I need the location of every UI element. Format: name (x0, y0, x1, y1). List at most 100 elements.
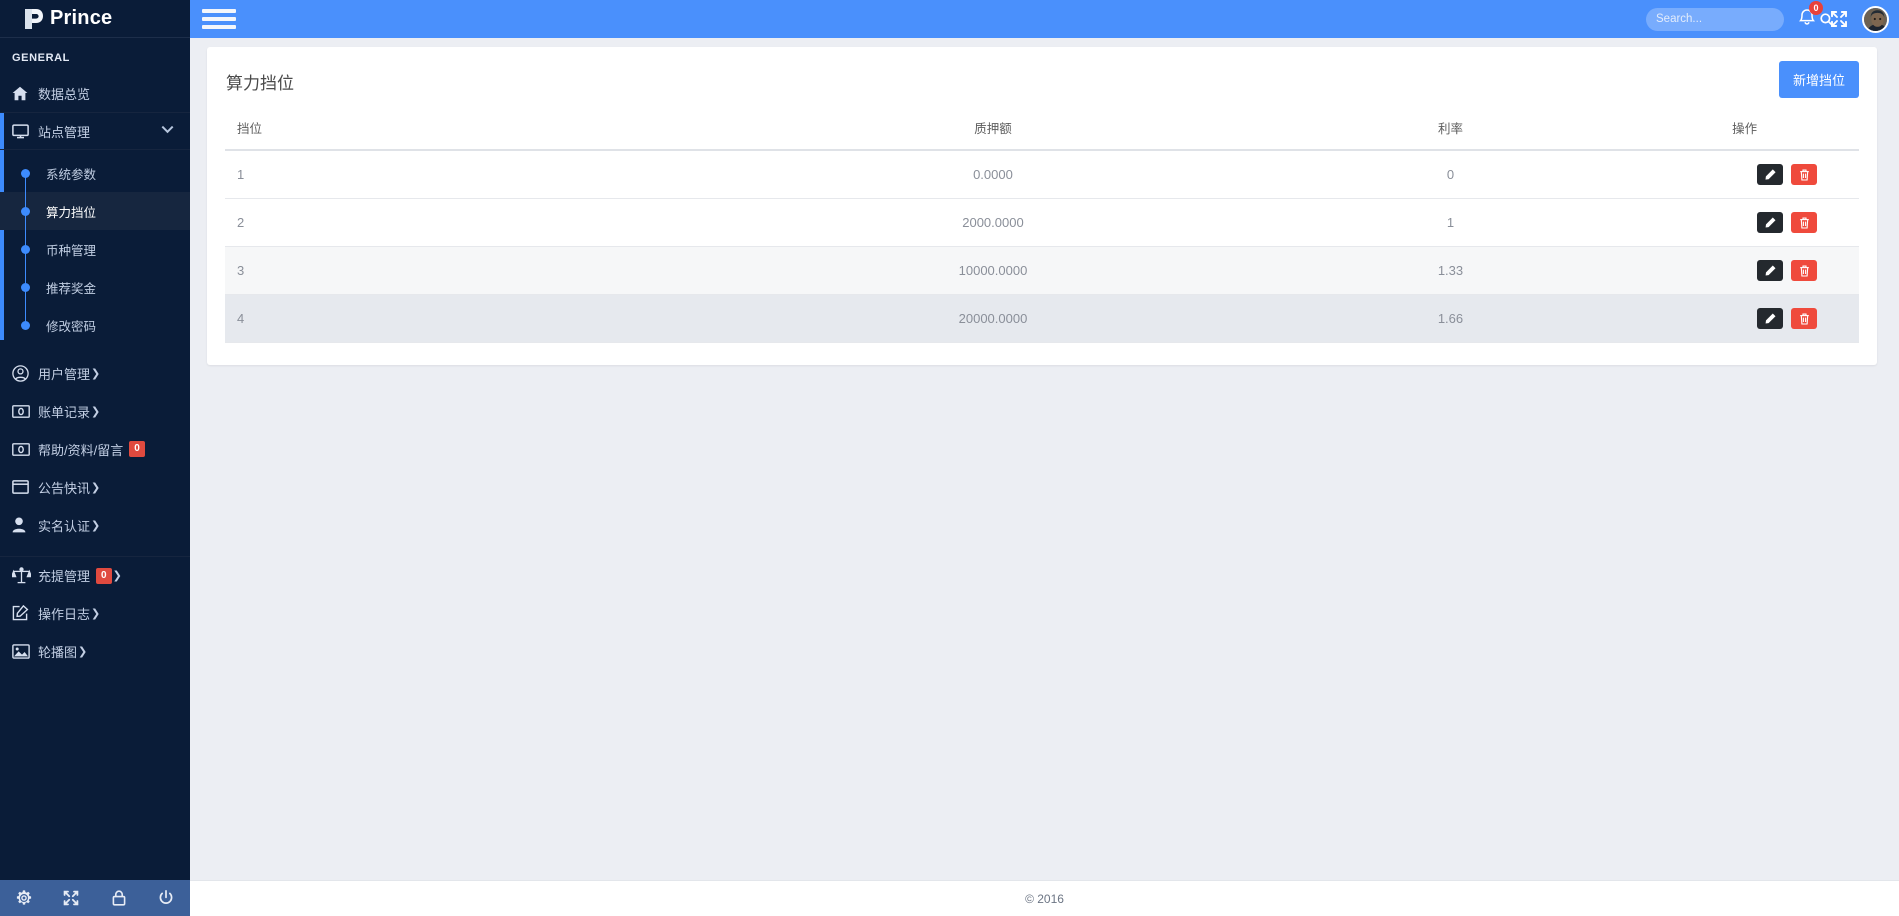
expand-arrows-icon[interactable] (1830, 10, 1848, 28)
sidebar-item-label: 账单记录 (38, 404, 91, 420)
hamburger-bar (202, 17, 236, 21)
sidebar-item-label: 操作日志 (38, 606, 91, 622)
table-header: 挡位 质押额 利率 操作 (225, 118, 1859, 151)
top-navbar: 0 (190, 0, 1899, 38)
sidebar-item-badge: 0 (96, 567, 112, 584)
sidebar-item-carousel[interactable]: 轮播图 ❯ (0, 632, 190, 670)
lock-icon[interactable] (95, 880, 143, 916)
power-icon[interactable] (143, 880, 191, 916)
table-header-row: 挡位 质押额 利率 操作 (225, 118, 1859, 151)
monitor-icon (12, 122, 34, 140)
search-box[interactable] (1646, 7, 1833, 31)
cell-level: 4 (225, 294, 716, 343)
sidebar-subitem-label: 算力挡位 (46, 205, 97, 220)
hamburger-bar (202, 25, 236, 29)
table-row[interactable]: 1 0.0000 0 (225, 150, 1859, 199)
bullet-dot-icon (21, 207, 30, 216)
page-title: 算力挡位 (226, 74, 294, 93)
banknote-icon (12, 402, 34, 420)
window-icon (12, 478, 34, 496)
sidebar-subitem-label: 推荐奖金 (46, 281, 97, 296)
copyright-text: © 2016 (1025, 891, 1064, 906)
banknote-icon (12, 440, 34, 458)
sidebar-subitem-label: 修改密码 (46, 319, 97, 334)
add-tier-button[interactable]: 新增挡位 (1778, 61, 1859, 98)
notifications-button[interactable]: 0 (1798, 1, 1823, 31)
user-avatar[interactable] (1862, 5, 1889, 33)
table-row[interactable]: 4 20000.0000 1.66 (225, 294, 1859, 343)
table-row[interactable]: 2 2000.0000 1 (225, 198, 1859, 247)
sidebar-item-label: 实名认证 (38, 518, 91, 534)
chevron-right-icon: ❯ (91, 367, 101, 380)
chevron-right-icon: ❯ (91, 519, 101, 532)
fullscreen-icon[interactable] (48, 880, 96, 916)
user-circle-icon (12, 364, 34, 382)
cell-level: 2 (225, 198, 716, 247)
sidebar-item-identity-verification[interactable]: 实名认证 ❯ (0, 506, 190, 544)
edit-icon (1765, 265, 1776, 276)
prince-p-logo-icon (22, 7, 44, 31)
search-input[interactable] (1646, 13, 1820, 25)
sidebar-subitem-system-params[interactable]: 系统参数 (0, 154, 190, 211)
brand-name: Prince (50, 7, 113, 29)
row-action-group (1757, 308, 1817, 329)
column-header-rate: 利率 (1270, 118, 1631, 151)
chevron-right-icon: ❯ (91, 481, 101, 494)
sidebar-item-site-management[interactable]: 站点管理 (0, 112, 190, 150)
sidebar: Prince GENERAL 数据总览 站点管理 系统参数 算力挡位 币种管理 … (0, 0, 190, 916)
sidebar-item-user-management[interactable]: 用户管理 ❯ (0, 354, 190, 392)
edit-row-button[interactable] (1757, 260, 1783, 281)
bullet-dot-icon (21, 321, 30, 330)
sidebar-footer-toolbar (0, 880, 190, 916)
main-content: 算力挡位 新增挡位 挡位 质押额 利率 操作 1 0.0000 0 2 2000… (190, 38, 1899, 880)
cell-operations (1630, 150, 1859, 199)
cell-rate: 0 (1270, 150, 1631, 199)
chevron-right-icon: ❯ (91, 405, 101, 418)
edit-row-button[interactable] (1757, 212, 1783, 233)
edit-row-button[interactable] (1757, 164, 1783, 185)
sidebar-subitem-currency-management[interactable]: 币种管理 (0, 211, 190, 287)
delete-row-button[interactable] (1791, 260, 1817, 281)
sidebar-item-billing-records[interactable]: 账单记录 ❯ (0, 392, 190, 430)
trash-icon (1799, 313, 1810, 325)
delete-row-button[interactable] (1791, 212, 1817, 233)
bullet-dot-icon (21, 169, 30, 178)
bullet-dot-icon (21, 283, 30, 292)
gear-icon[interactable] (0, 880, 48, 916)
delete-row-button[interactable] (1791, 308, 1817, 329)
sidebar-item-label: 站点管理 (38, 124, 91, 140)
sidebar-item-overview[interactable]: 数据总览 (0, 74, 190, 112)
hamburger-icon[interactable] (202, 0, 236, 38)
edit-icon (1765, 217, 1776, 228)
trash-icon (1799, 265, 1810, 277)
column-header-stake: 质押额 (715, 118, 1271, 151)
panel-header: 算力挡位 新增挡位 (225, 61, 1859, 98)
sidebar-item-operation-log[interactable]: 操作日志 ❯ (0, 594, 190, 632)
sidebar-item-announcements[interactable]: 公告快讯 ❯ (0, 468, 190, 506)
delete-row-button[interactable] (1791, 164, 1817, 185)
sidebar-item-label: 充提管理 (38, 569, 91, 584)
cell-stake: 0.0000 (715, 150, 1271, 199)
table-body: 1 0.0000 0 2 2000.0000 1 3 10000.0000 1.… (225, 150, 1859, 343)
edit-row-button[interactable] (1757, 308, 1783, 329)
cell-level: 3 (225, 246, 716, 295)
notification-count-badge: 0 (1809, 1, 1823, 15)
cell-stake: 20000.0000 (715, 294, 1271, 343)
sidebar-section-label: GENERAL (12, 52, 70, 64)
chevron-right-icon: ❯ (78, 645, 88, 658)
cell-operations (1630, 294, 1859, 343)
sidebar-subitem-referral-bonus[interactable]: 推荐奖金 (0, 249, 190, 325)
hashrate-tier-table: 挡位 质押额 利率 操作 1 0.0000 0 2 2000.0000 1 3 … (225, 118, 1859, 343)
image-icon (12, 642, 34, 660)
cell-stake: 2000.0000 (715, 198, 1271, 247)
brand-logo[interactable]: Prince (0, 0, 190, 38)
sidebar-item-help-docs-messages[interactable]: 帮助/资料/留言 0 (0, 430, 190, 468)
edit-icon (1765, 313, 1776, 324)
sidebar-subitem-hashrate-tier[interactable]: 算力挡位 (0, 173, 190, 249)
sidebar-item-deposit-withdraw[interactable]: 充提管理 0 ❯ (0, 556, 190, 594)
chevron-right-icon: ❯ (112, 570, 122, 582)
sidebar-subitem-change-password[interactable]: 修改密码 (0, 287, 190, 344)
trash-icon (1799, 217, 1810, 229)
hamburger-bar (202, 9, 236, 13)
table-row[interactable]: 3 10000.0000 1.33 (225, 246, 1859, 295)
